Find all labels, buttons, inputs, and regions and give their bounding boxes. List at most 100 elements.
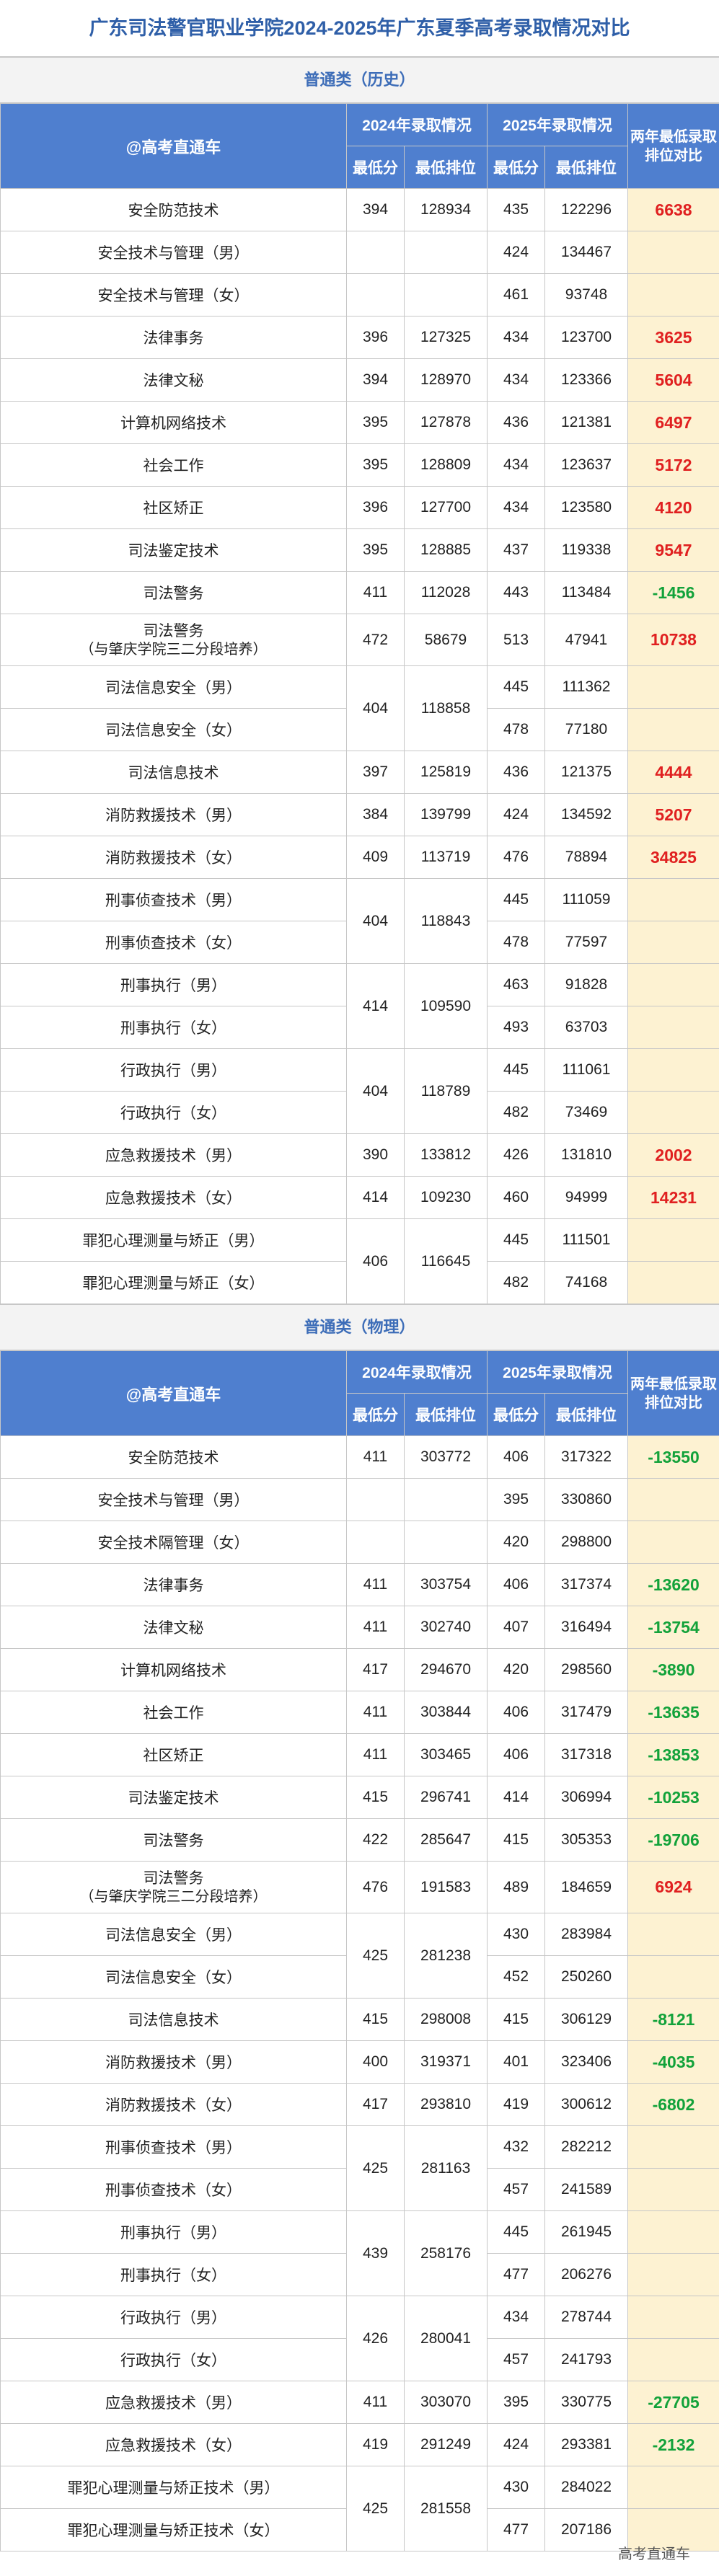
score-2025: 443 bbox=[487, 571, 545, 614]
rank-2025: 317322 bbox=[544, 1435, 628, 1479]
rank-diff bbox=[627, 1261, 719, 1304]
score-2025: 407 bbox=[487, 1606, 545, 1649]
score-2025: 430 bbox=[487, 1913, 545, 1956]
score-2025: 477 bbox=[487, 2253, 545, 2296]
rank-diff: 2002 bbox=[627, 1133, 719, 1177]
rank-diff bbox=[627, 2338, 719, 2381]
rank-diff bbox=[627, 273, 719, 317]
score-2024: 384 bbox=[346, 793, 405, 836]
score-2025: 435 bbox=[487, 188, 545, 231]
rank-2024: 128809 bbox=[404, 443, 488, 487]
rank-diff: 6924 bbox=[627, 1861, 719, 1913]
major-name: 司法信息安全（女） bbox=[0, 1955, 347, 1999]
rank-2025: 121375 bbox=[544, 751, 628, 794]
score-2025: 461 bbox=[487, 273, 545, 317]
score-2024: 411 bbox=[346, 1691, 405, 1734]
rank-2024: 296741 bbox=[404, 1776, 488, 1819]
rank-2025: 306129 bbox=[544, 1998, 628, 2041]
score-2025: 432 bbox=[487, 2125, 545, 2169]
rank-2024: 113719 bbox=[404, 836, 488, 879]
rank-2025: 134467 bbox=[544, 231, 628, 274]
admission-table: @高考直通车 2024年录取情况 2025年录取情况 两年最低录取排位对比 最低分 最低排… bbox=[0, 1350, 719, 2551]
major-name: 司法信息技术 bbox=[0, 751, 347, 794]
major-name: 刑事侦查技术（男） bbox=[0, 878, 347, 921]
score-2025: 513 bbox=[487, 614, 545, 666]
table-row: 社会工作 411 303844 406 317479 -13635 bbox=[0, 1691, 719, 1734]
major-name: 司法警务 （与肇庆学院三二分段培养） bbox=[0, 614, 347, 666]
major-name: 司法信息安全（男） bbox=[0, 1913, 347, 1956]
rank-2025: 330860 bbox=[544, 1478, 628, 1521]
rank-2024: 303844 bbox=[404, 1691, 488, 1734]
rank-2025: 298800 bbox=[544, 1521, 628, 1564]
score-2025: 424 bbox=[487, 793, 545, 836]
sections-container: 普通类（历史） @高考直通车 2024年录取情况 2025年录取情况 两年最低录取排位对… bbox=[0, 57, 719, 2551]
rank-diff: -3890 bbox=[627, 1648, 719, 1691]
header-2024: 2024年录取情况 bbox=[346, 1350, 488, 1394]
rank-2025: 207186 bbox=[544, 2508, 628, 2551]
rank-2024: 303070 bbox=[404, 2381, 488, 2424]
major-name: 安全技术与管理（女） bbox=[0, 273, 347, 317]
score-2025: 395 bbox=[487, 2381, 545, 2424]
rank-2024: 291249 bbox=[404, 2423, 488, 2466]
rank-diff: -10253 bbox=[627, 1776, 719, 1819]
major-name: 应急救援技术（男） bbox=[0, 2381, 347, 2424]
rank-2025: 134592 bbox=[544, 793, 628, 836]
table-row: 计算机网络技术 395 127878 436 121381 6497 bbox=[0, 401, 719, 444]
score-2024: 394 bbox=[346, 358, 405, 402]
rank-2025: 241793 bbox=[544, 2338, 628, 2381]
score-2025: 434 bbox=[487, 2296, 545, 2339]
rank-2024: 319371 bbox=[404, 2040, 488, 2084]
major-name: 消防救援技术（女） bbox=[0, 836, 347, 879]
rank-2025: 111362 bbox=[544, 665, 628, 709]
rank-diff: 10738 bbox=[627, 614, 719, 666]
rank-2025: 206276 bbox=[544, 2253, 628, 2296]
table-row: 社区矫正 411 303465 406 317318 -13853 bbox=[0, 1733, 719, 1776]
header-rank-diff: 两年最低录取排位对比 bbox=[627, 1350, 719, 1436]
score-2024: 411 bbox=[346, 1435, 405, 1479]
score-2025: 419 bbox=[487, 2083, 545, 2126]
rank-2025: 94999 bbox=[544, 1176, 628, 1219]
table-row: 司法警务 （与肇庆学院三二分段培养） 476 191583 489 184659 6924 bbox=[0, 1861, 719, 1913]
major-name: 法律事务 bbox=[0, 316, 347, 359]
score-2024: 422 bbox=[346, 1818, 405, 1862]
rank-2024 bbox=[404, 273, 488, 317]
rank-2024: 109230 bbox=[404, 1176, 488, 1219]
rank-2025: 317479 bbox=[544, 1691, 628, 1734]
rank-2024: 118843 bbox=[404, 878, 488, 964]
major-name: 司法警务 bbox=[0, 1818, 347, 1862]
table-row: 消防救援技术（女） 409 113719 476 78894 34825 bbox=[0, 836, 719, 879]
rank-diff: 9547 bbox=[627, 528, 719, 572]
major-name: 刑事侦查技术（女） bbox=[0, 2168, 347, 2211]
rank-diff: -13620 bbox=[627, 1563, 719, 1606]
section-title: 普通类（物理） bbox=[0, 1304, 719, 1350]
score-2024: 439 bbox=[346, 2210, 405, 2296]
major-name: 行政执行（女） bbox=[0, 2338, 347, 2381]
major-name-line1: 司法警务 bbox=[143, 622, 204, 639]
rank-2025: 298560 bbox=[544, 1648, 628, 1691]
score-2025: 401 bbox=[487, 2040, 545, 2084]
rank-2024: 127700 bbox=[404, 486, 488, 529]
rank-diff: -19706 bbox=[627, 1818, 719, 1862]
score-2024: 400 bbox=[346, 2040, 405, 2084]
major-name: 应急救援技术（男） bbox=[0, 1133, 347, 1177]
rank-diff bbox=[627, 2168, 719, 2211]
header-min-score: 最低分 bbox=[487, 146, 545, 189]
major-name: 行政执行（女） bbox=[0, 1091, 347, 1134]
score-2025: 436 bbox=[487, 751, 545, 794]
rank-diff: -6802 bbox=[627, 2083, 719, 2126]
score-2024: 394 bbox=[346, 188, 405, 231]
rank-diff bbox=[627, 665, 719, 709]
rank-2024: 112028 bbox=[404, 571, 488, 614]
score-2024: 395 bbox=[346, 528, 405, 572]
score-2024: 404 bbox=[346, 1048, 405, 1134]
score-2025: 445 bbox=[487, 1218, 545, 1262]
table-row: 消防救援技术（男） 384 139799 424 134592 5207 bbox=[0, 793, 719, 836]
score-2024: 396 bbox=[346, 486, 405, 529]
rank-2024 bbox=[404, 1478, 488, 1521]
score-2025: 434 bbox=[487, 486, 545, 529]
score-2024: 425 bbox=[346, 2466, 405, 2551]
score-2024: 417 bbox=[346, 1648, 405, 1691]
score-2025: 460 bbox=[487, 1176, 545, 1219]
header-2025: 2025年录取情况 bbox=[487, 103, 628, 146]
rank-2025: 300612 bbox=[544, 2083, 628, 2126]
